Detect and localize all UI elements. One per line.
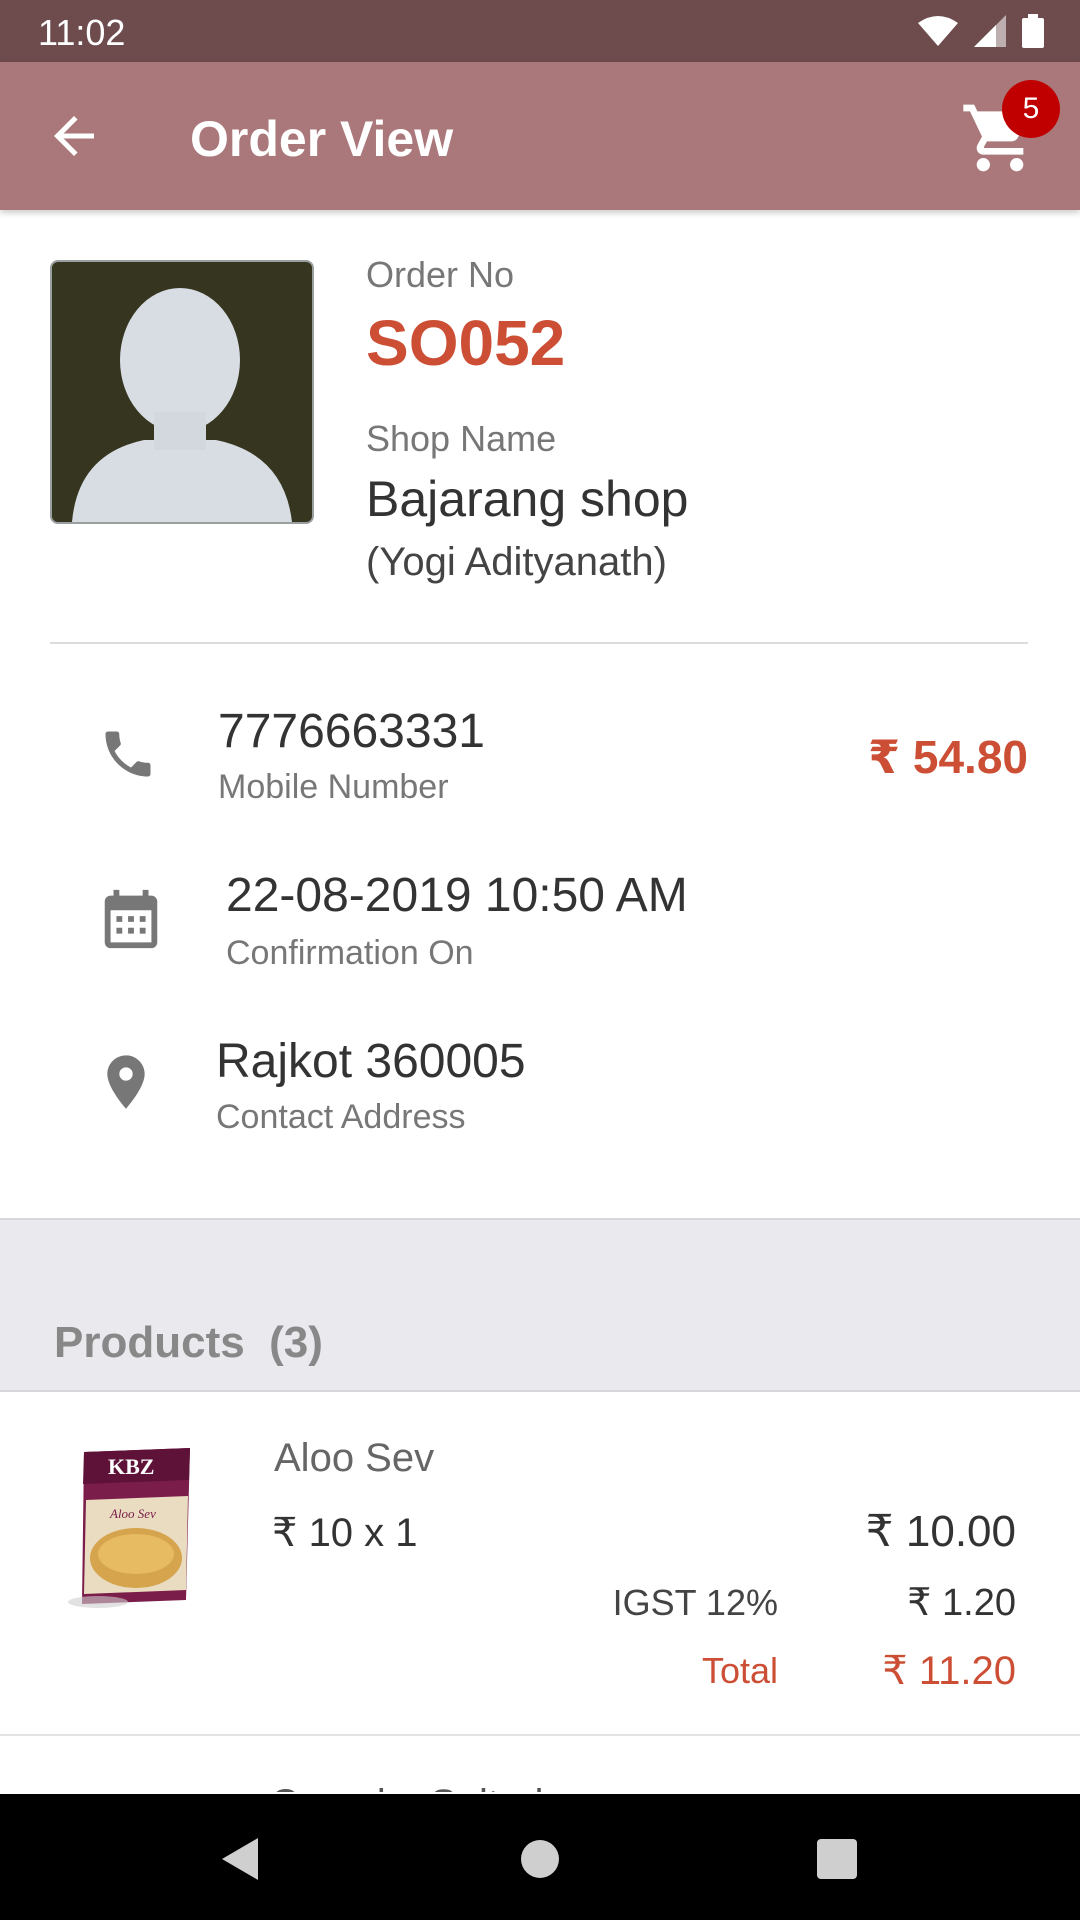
order-amount: ₹ 54.80 bbox=[868, 731, 1028, 783]
shop-avatar bbox=[50, 260, 314, 524]
nav-back-button[interactable] bbox=[206, 1824, 276, 1894]
page-title: Order View bbox=[190, 111, 454, 167]
signal-icon bbox=[974, 15, 1006, 47]
product-price-qty: ₹ 10 x 1 bbox=[272, 1511, 418, 1555]
wifi-icon bbox=[918, 16, 958, 46]
divider bbox=[50, 642, 1028, 644]
tax-value: ₹ 1.20 bbox=[907, 1582, 1016, 1624]
cart-count-badge: 5 bbox=[1002, 80, 1060, 138]
phone-icon bbox=[105, 731, 151, 777]
person-placeholder-icon bbox=[72, 288, 292, 522]
status-time: 11:02 bbox=[38, 12, 126, 53]
shop-name-label: Shop Name bbox=[366, 418, 557, 459]
order-number: SO052 bbox=[366, 307, 566, 379]
total-label: Total bbox=[701, 1650, 778, 1691]
confirmation-datetime: 22-08-2019 10:50 AM bbox=[226, 869, 688, 922]
battery-icon bbox=[1022, 14, 1044, 48]
status-icons bbox=[918, 14, 1044, 48]
status-bar: 11:02 bbox=[0, 0, 1080, 62]
calendar-icon bbox=[104, 889, 158, 949]
app-bar: Order View bbox=[0, 62, 1080, 210]
navigation-bar bbox=[0, 1794, 1080, 1920]
nav-recents-button[interactable] bbox=[802, 1824, 872, 1894]
mobile-number[interactable]: 7776663331 bbox=[218, 704, 485, 759]
location-pin-icon bbox=[107, 1055, 145, 1109]
products-title: Products (3) bbox=[54, 1318, 323, 1368]
svg-text:KBZ: KBZ bbox=[108, 1454, 154, 1479]
shop-owner: (Yogi Adityanath) bbox=[366, 540, 667, 584]
tax-label: IGST 12% bbox=[612, 1582, 778, 1623]
back-button[interactable] bbox=[44, 106, 104, 166]
arrow-back-icon bbox=[54, 116, 94, 156]
snack-pack-image: KBZ Aloo Sev bbox=[68, 1448, 190, 1608]
circle-home-icon bbox=[521, 1840, 559, 1878]
products-label: Products bbox=[54, 1318, 245, 1367]
contact-address: Rajkot 360005 bbox=[216, 1035, 526, 1088]
product-subtotal: ₹ 10.00 bbox=[865, 1507, 1016, 1556]
row-divider bbox=[0, 1734, 1080, 1736]
contact-address-label: Contact Address bbox=[216, 1098, 466, 1136]
next-product-name-partial: Crunchy Salted Chips bbox=[270, 1782, 630, 1792]
triangle-back-icon bbox=[222, 1838, 258, 1880]
square-recents-icon bbox=[817, 1839, 857, 1879]
mobile-number-label: Mobile Number bbox=[218, 768, 449, 806]
order-no-label: Order No bbox=[366, 254, 515, 295]
product-name: Aloo Sev bbox=[274, 1436, 435, 1480]
confirmation-label: Confirmation On bbox=[226, 934, 474, 972]
total-value: ₹ 11.20 bbox=[882, 1649, 1016, 1693]
products-count: (3) bbox=[269, 1318, 323, 1367]
nav-home-button[interactable] bbox=[505, 1824, 575, 1894]
svg-text:Aloo Sev: Aloo Sev bbox=[109, 1506, 156, 1521]
shop-name: Bajarang shop bbox=[366, 471, 689, 527]
